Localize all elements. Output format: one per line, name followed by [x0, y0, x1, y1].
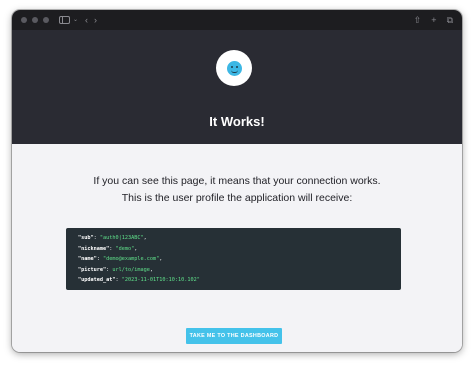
profile-json-block: "sub": "auth0|123ABC", "nickname": "demo… — [66, 228, 401, 290]
tabs-overview-icon[interactable]: ⧉ — [447, 15, 453, 26]
smiley-face-icon — [226, 60, 242, 76]
dashboard-button[interactable]: TAKE ME TO THE DASHBOARD — [186, 328, 282, 344]
browser-window: ⌄ ‹ › ⇧ + ⧉ It Works! If you can see thi… — [12, 10, 462, 352]
json-line: "nickname": "demo", — [78, 245, 138, 252]
hero-banner: It Works! — [12, 30, 462, 144]
page-title: It Works! — [209, 114, 265, 129]
json-line: "name": "demo@example.com", — [78, 256, 163, 263]
browser-toolbar: ⌄ ‹ › ⇧ + ⧉ — [12, 10, 462, 30]
zoom-window-button[interactable] — [43, 17, 49, 23]
json-line: "picture": url/to/image, — [78, 266, 153, 273]
close-window-button[interactable] — [21, 17, 27, 23]
profile-intro-text: This is the user profile the application… — [121, 192, 353, 204]
chevron-left-icon[interactable]: ‹ — [85, 10, 88, 30]
json-line: "updated_at": "2023-11-01T10:10:10.102" — [78, 277, 200, 284]
minimize-window-button[interactable] — [32, 17, 38, 23]
intro-text: If you can see this page, it means that … — [93, 175, 381, 187]
main-content: If you can see this page, it means that … — [12, 144, 462, 352]
json-line: "sub": "auth0|123ABC", — [78, 235, 147, 241]
window-controls[interactable] — [21, 17, 49, 23]
sidebar-toggle-icon[interactable] — [59, 16, 70, 24]
chevron-right-icon[interactable]: › — [94, 10, 97, 30]
chevron-down-icon[interactable]: ⌄ — [73, 10, 78, 30]
plus-icon[interactable]: + — [431, 15, 436, 26]
avatar — [216, 50, 252, 86]
share-icon[interactable]: ⇧ — [414, 15, 422, 26]
